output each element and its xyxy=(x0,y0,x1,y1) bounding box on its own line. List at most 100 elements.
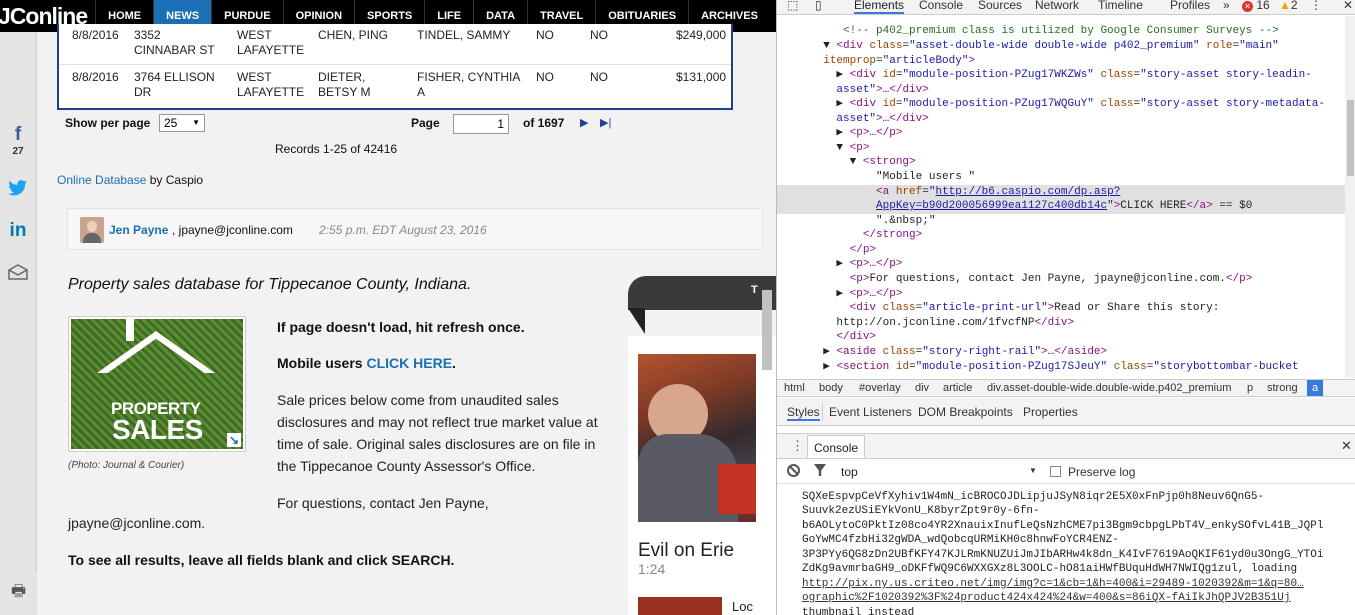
console-drawer-tab[interactable]: Console xyxy=(807,435,866,458)
dom-node[interactable]: <!-- p402_premium class is utilized by G… xyxy=(777,24,1345,39)
dom-node[interactable]: ▶ <div id="module-position-PZug17WQGuY" … xyxy=(777,97,1345,112)
tab-styles[interactable]: Styles xyxy=(787,405,820,421)
price-disclaimer: Sale prices below come from unaudited sa… xyxy=(277,392,598,474)
dom-node[interactable]: ▶ <p>…</p> xyxy=(777,287,1345,302)
per-page-select[interactable]: 25 ▼ xyxy=(159,114,205,132)
dom-node[interactable]: </p> xyxy=(777,243,1345,258)
next-video-title[interactable]: Loc xyxy=(732,599,753,614)
twitter-share[interactable] xyxy=(0,180,36,202)
last-page-icon[interactable]: ▶| xyxy=(600,116,611,129)
tab-network[interactable]: Network xyxy=(1035,0,1079,12)
refresh-text: If page doesn't load, hit refresh once. xyxy=(277,319,525,335)
facebook-share[interactable]: f 27 xyxy=(0,124,36,157)
dom-node[interactable]: </div> xyxy=(777,330,1345,345)
tab-dom-breakpoints[interactable]: DOM Breakpoints xyxy=(918,405,1013,419)
tab-console[interactable]: Console xyxy=(919,0,963,12)
expand-icon[interactable]: ↘ xyxy=(227,433,241,447)
dom-node-selected-continuation[interactable]: AppKey=b90d200056999ea1127c400db14c">CLI… xyxy=(777,199,1345,214)
dom-node[interactable]: <div class="article-print-url">Read or S… xyxy=(777,301,1345,316)
elements-scrollbar-track[interactable] xyxy=(1345,16,1355,378)
city: WEST LAFAYETTE xyxy=(237,28,305,57)
dom-node[interactable]: ▶ <p>…</p> xyxy=(777,257,1345,272)
elements-scrollbar-thumb[interactable] xyxy=(1347,100,1354,176)
mobile-click-here-link[interactable]: CLICK HERE xyxy=(366,355,452,371)
crumb-p[interactable]: p xyxy=(1247,382,1253,394)
sale-price: $249,000 xyxy=(676,28,727,42)
dom-node[interactable]: ▶ <aside class="story-right-rail">…</asi… xyxy=(777,345,1345,360)
dom-node[interactable]: ▼ <div class="asset-double-wide double-w… xyxy=(777,39,1345,54)
error-count[interactable]: ✕ 16 xyxy=(1242,0,1270,12)
sidebar-pane-tabs: Styles Event Listeners DOM Breakpoints P… xyxy=(777,398,1355,426)
table-row[interactable]: 8/8/2016 3764 ELLISON DR WEST LAFAYETTE … xyxy=(59,66,731,106)
device-mode-icon[interactable]: ▯ xyxy=(815,0,822,12)
chevron-down-icon: ▼ xyxy=(192,118,200,127)
close-icon[interactable]: ✕ xyxy=(1343,0,1353,12)
inspect-icon[interactable]: ⬚ xyxy=(787,0,798,12)
property-sales-image[interactable]: PROPERTY SALES ↘ xyxy=(68,316,246,452)
linkedin-share[interactable]: in xyxy=(0,220,36,242)
share-sidebar: f 27 in xyxy=(0,32,37,615)
console-line: SQXeEspvpCeVfXyhiv1W4mN_icBROCOJDLipjuJS… xyxy=(802,491,1265,503)
dom-node[interactable]: ▶ <section id="module-position-PZug17SJe… xyxy=(777,360,1345,375)
page-scrollbar[interactable] xyxy=(762,290,772,370)
crumb-overlay[interactable]: #overlay xyxy=(859,382,901,394)
online-database-link[interactable]: Online Database xyxy=(57,173,146,187)
facebook-share-count: 27 xyxy=(12,146,24,157)
kebab-menu-icon[interactable]: ⋮ xyxy=(1310,0,1322,12)
crumb-div[interactable]: div xyxy=(915,382,929,394)
rail-header: T xyxy=(628,274,776,336)
email-share[interactable] xyxy=(0,264,36,285)
database-credit: Online Database by Caspio xyxy=(57,173,203,187)
crumb-strong[interactable]: strong xyxy=(1267,382,1298,394)
elements-tree[interactable]: <!-- p402_premium class is utilized by G… xyxy=(777,16,1345,378)
tab-timeline[interactable]: Timeline xyxy=(1098,0,1143,12)
dom-node[interactable]: ▶ <div id="module-position-PZug17WKZWs" … xyxy=(777,68,1345,83)
devtools-panel: ⬚ ▯ Elements Console Sources Network Tim… xyxy=(776,0,1355,615)
next-video-thumbnail[interactable] xyxy=(638,597,722,615)
print-button[interactable]: 🖶 xyxy=(0,572,37,615)
dom-node[interactable]: </strong> xyxy=(777,228,1345,243)
dom-node[interactable]: ▼ <p> xyxy=(777,141,1345,156)
chevron-down-icon[interactable]: ▼ xyxy=(1029,466,1037,475)
tab-profiles[interactable]: Profiles xyxy=(1170,0,1210,12)
screen: JConline HOME NEWS PURDUE OPINION SPORTS… xyxy=(0,0,1355,615)
dom-node[interactable]: <p>For questions, contact Jen Payne, jpa… xyxy=(777,272,1345,287)
crumb-article[interactable]: article xyxy=(943,382,972,394)
console-output[interactable]: SQXeEspvpCeVfXyhiv1W4mN_icBROCOJDLipjuJS… xyxy=(777,485,1355,615)
video-thumbnail[interactable] xyxy=(638,354,756,522)
tab-sources[interactable]: Sources xyxy=(978,0,1022,12)
crumb-asset-div[interactable]: div.asset-double-wide.double-wide.p402_p… xyxy=(987,382,1231,394)
console-link[interactable]: http://pix.ny.us.criteo.net/img/img?c=1&… xyxy=(802,577,1304,592)
next-page-icon[interactable]: ▶ xyxy=(580,116,588,129)
tab-properties[interactable]: Properties xyxy=(1023,405,1078,419)
dom-node[interactable]: ".&nbsp;" xyxy=(777,214,1345,229)
preserve-log-checkbox[interactable] xyxy=(1050,466,1061,477)
console-line: 3P3PYy6QG8zDn2UBfKFY47KJLRmKNUZUiJmJIbAR… xyxy=(802,549,1324,561)
tab-event-listeners[interactable]: Event Listeners xyxy=(829,405,912,419)
dom-node[interactable]: ▶ <p>…</p> xyxy=(777,126,1345,141)
kebab-menu-icon[interactable]: ⋮ xyxy=(791,438,804,454)
dom-node-selected[interactable]: <a href="http://b6.caspio.com/dp.asp? xyxy=(777,185,1345,200)
more-tabs-icon[interactable]: » xyxy=(1223,0,1230,12)
console-link[interactable]: ographic%2F1020392%3F%24product424x424%2… xyxy=(802,591,1290,606)
dom-node[interactable]: ▼ <strong> xyxy=(777,155,1345,170)
contact-line-1: For questions, contact Jen Payne, xyxy=(277,495,489,511)
close-icon[interactable]: ✕ xyxy=(1341,438,1352,454)
clear-console-icon[interactable] xyxy=(787,464,800,477)
filter-icon[interactable] xyxy=(814,464,826,476)
author-name[interactable]: Jen Payne xyxy=(109,223,168,237)
warning-count[interactable]: ▲2 xyxy=(1279,0,1298,12)
seller: FISHER, CYNTHIA A xyxy=(417,70,520,99)
crumb-body[interactable]: body xyxy=(819,382,843,394)
video-title[interactable]: Evil on Erie xyxy=(638,540,734,562)
page-number-input[interactable]: 1 xyxy=(453,114,509,134)
context-select[interactable]: top xyxy=(841,465,858,479)
crumb-html[interactable]: html xyxy=(784,382,805,394)
tab-elements[interactable]: Elements xyxy=(854,0,905,14)
crumb-a[interactable]: a xyxy=(1307,380,1324,396)
seller: TINDEL, SAMMY xyxy=(417,28,511,42)
table-row[interactable]: 8/8/2016 3352 CINNABAR ST WEST LAFAYETTE… xyxy=(59,24,731,64)
warning-count-value: 2 xyxy=(1290,0,1298,12)
dom-node[interactable]: "Mobile users " xyxy=(777,170,1345,185)
video-rail: T Evil on Erie 1:24 Loc xyxy=(628,274,776,615)
